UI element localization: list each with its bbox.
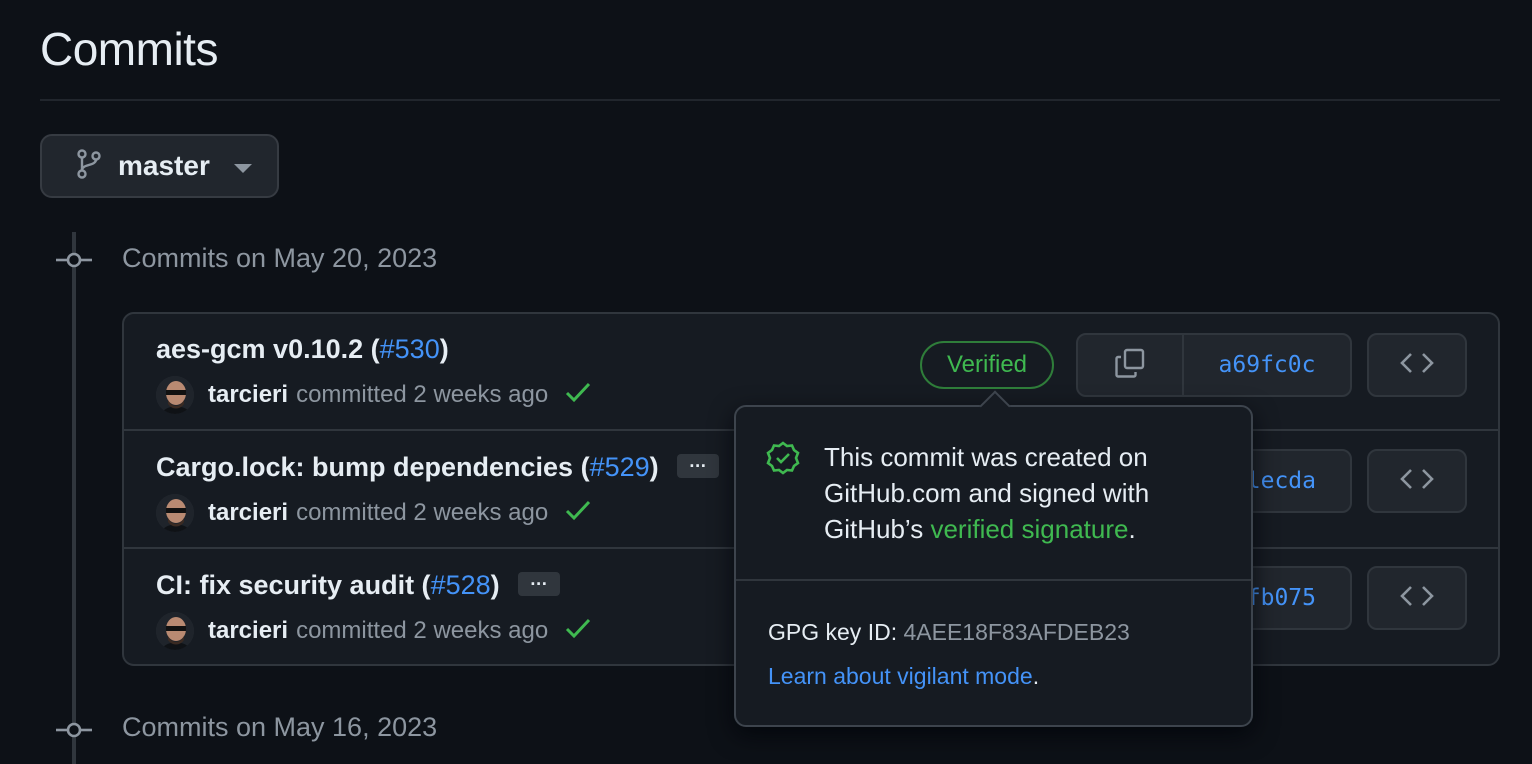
commit-group-date: Commits on May 20, 2023: [122, 243, 438, 273]
browse-repo-button[interactable]: [1367, 333, 1467, 397]
commit-sha-link[interactable]: a69fc0c: [1184, 335, 1350, 395]
commit-title[interactable]: aes-gcm v0.10.2 (#530): [156, 334, 449, 365]
author-name[interactable]: tarcieri: [208, 617, 288, 645]
avatar[interactable]: [156, 376, 194, 414]
author-name[interactable]: tarcieri: [208, 381, 288, 409]
learn-line-end: .: [1032, 663, 1040, 689]
commit-meta: committed 2 weeks ago: [296, 617, 549, 644]
author-name[interactable]: tarcieri: [208, 499, 288, 527]
caret-down-icon: [233, 163, 252, 173]
verified-signature-link[interactable]: verified signature: [930, 514, 1128, 544]
gpg-label: GPG key ID:: [768, 619, 904, 645]
popover-message: This commit was created on GitHub.com an…: [824, 439, 1224, 547]
commit-title-end: ): [490, 570, 500, 600]
branch-name: master: [118, 150, 210, 181]
pr-link[interactable]: #529: [590, 452, 650, 482]
browse-repo-button[interactable]: [1367, 566, 1467, 630]
learn-vigilant-mode-link[interactable]: Learn about vigilant mode: [768, 663, 1033, 689]
commit-title-text[interactable]: CI: fix security audit (: [156, 570, 431, 600]
author-line: tarcieri committed 2 weeks ago: [156, 376, 592, 414]
copy-icon: [1114, 347, 1146, 384]
sha-button-group: a69fc0c: [1076, 333, 1352, 397]
copy-sha-button[interactable]: [1078, 335, 1184, 395]
timeline-line: [72, 232, 76, 764]
code-icon: [1400, 468, 1434, 495]
commit-title-text[interactable]: aes-gcm v0.10.2 (: [156, 334, 380, 364]
author-line: tarcieri committed 2 weeks ago: [156, 612, 592, 650]
commit-title-text[interactable]: Cargo.lock: bump dependencies (: [156, 452, 590, 482]
gpg-key-line: GPG key ID: 4AEE18F83AFDEB23: [768, 619, 1130, 646]
git-branch-icon: [76, 148, 102, 184]
commit-title-end: ): [439, 334, 449, 364]
page-title: Commits: [40, 23, 218, 75]
check-icon[interactable]: [564, 617, 592, 646]
commit-group-date: Commits on May 16, 2023: [122, 712, 438, 742]
commit-title[interactable]: Cargo.lock: bump dependencies (#529) …: [156, 452, 719, 483]
verified-badge[interactable]: Verified: [920, 341, 1054, 389]
author-line: tarcieri committed 2 weeks ago: [156, 494, 592, 532]
expand-message-button[interactable]: …: [517, 570, 560, 596]
commit-meta: committed 2 weeks ago: [296, 499, 549, 526]
check-icon[interactable]: [564, 499, 592, 528]
title-divider: [40, 99, 1500, 101]
pr-link[interactable]: #528: [431, 570, 491, 600]
popover-header: This commit was created on GitHub.com an…: [736, 407, 1251, 581]
expand-message-button[interactable]: …: [676, 452, 719, 478]
browse-repo-button[interactable]: [1367, 449, 1467, 513]
verified-shield-icon: [766, 441, 800, 480]
git-commit-icon: [56, 252, 92, 268]
commit-title-end: ): [649, 452, 659, 482]
commit-title[interactable]: CI: fix security audit (#528) …: [156, 570, 560, 601]
check-icon[interactable]: [564, 381, 592, 410]
commit-meta: committed 2 weeks ago: [296, 381, 549, 408]
branch-select-button[interactable]: master: [40, 134, 279, 198]
verified-popover: This commit was created on GitHub.com an…: [734, 390, 1253, 727]
git-commit-icon: [56, 722, 92, 738]
avatar[interactable]: [156, 612, 194, 650]
code-icon: [1400, 352, 1434, 379]
learn-line: Learn about vigilant mode.: [768, 663, 1039, 690]
popover-text-end: .: [1128, 514, 1136, 544]
avatar[interactable]: [156, 494, 194, 532]
gpg-key-id: 4AEE18F83AFDEB23: [903, 619, 1130, 645]
pr-link[interactable]: #530: [380, 334, 440, 364]
code-icon: [1400, 585, 1434, 612]
